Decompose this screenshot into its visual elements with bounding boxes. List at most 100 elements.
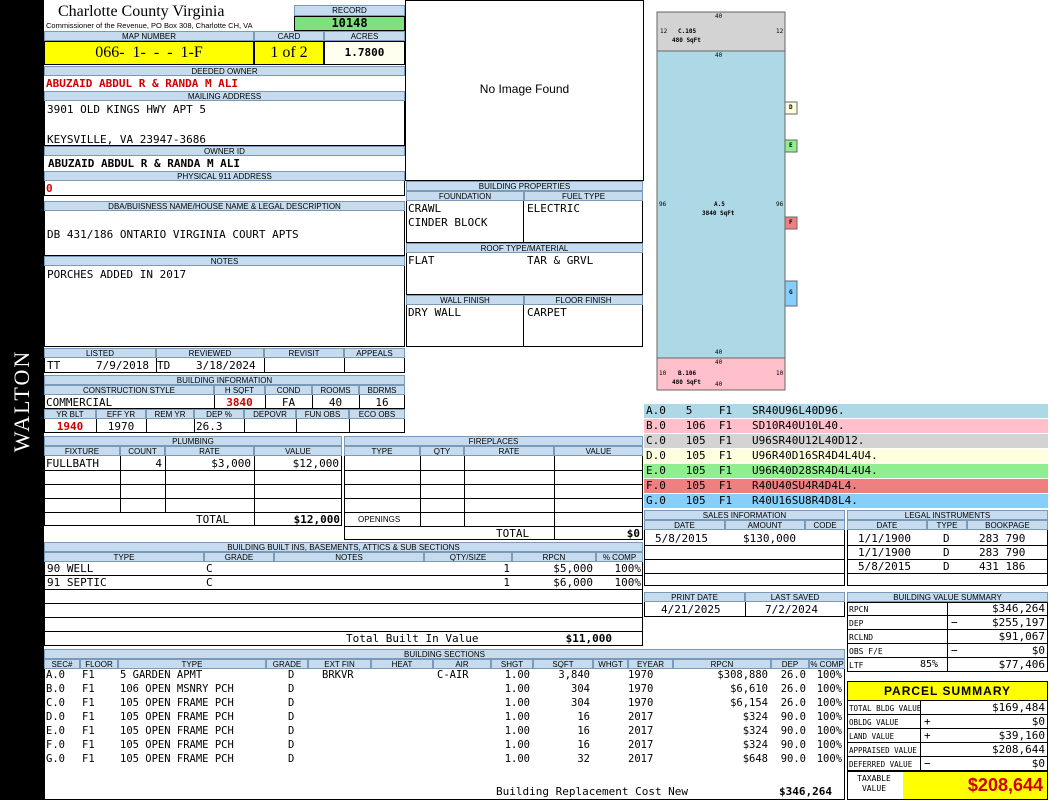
print-date: 4/21/2025 xyxy=(661,603,721,616)
year-built: 1940 xyxy=(56,420,84,433)
divider xyxy=(644,545,845,546)
deeded-owner-header: DEEDED OWNER xyxy=(44,66,405,76)
builtin-row2-type: 91 SEPTIC xyxy=(47,576,107,589)
notes-text: PORCHES ADDED IN 2017 xyxy=(47,268,187,281)
dba-text: DB 431/186 ONTARIO VIRGINIA COURT APTS xyxy=(47,228,299,241)
e-label: E xyxy=(789,142,793,149)
fireplace-qty-header: QTY xyxy=(420,446,464,456)
wall-finish: DRY WALL xyxy=(408,306,461,319)
builtin-row1-rpcn: $5,000 xyxy=(553,562,593,575)
divider xyxy=(344,470,643,471)
sections-col-header: EXT FIN xyxy=(308,659,371,669)
mailing-address-header: MAILING ADDRESS xyxy=(44,91,405,101)
builtin-row2-qty: 1 xyxy=(503,576,510,589)
divider xyxy=(44,470,342,471)
floor-finish: CARPET xyxy=(527,306,567,319)
section-cell-rpcn: $648 xyxy=(742,753,768,765)
vector-string: F.0 105 F1 R40U40SU4R4D4L4. xyxy=(644,479,1048,493)
plumbing-total-label: TOTAL xyxy=(196,513,230,526)
b-label: B.106 xyxy=(678,370,697,377)
section-cell-dep: 26.0 xyxy=(780,683,806,695)
divider xyxy=(920,743,921,757)
section-cell-floor: F1 xyxy=(82,697,95,709)
sketch-area: 40 12 12 C.105 480 SqFt 40 96 96 A.5 384… xyxy=(644,0,1048,403)
owner-id: ABUZAID ABDUL R & RANDA M ALI xyxy=(48,157,241,170)
builtins-total: $11,000 xyxy=(565,632,612,645)
cond-header: COND xyxy=(265,385,312,395)
sales-amount-header: AMOUNT xyxy=(725,520,805,530)
appeals-header: APPEALS xyxy=(344,348,405,358)
sale-amount: $130,000 xyxy=(743,532,796,545)
section-cell-dep: 90.0 xyxy=(780,753,806,765)
owner-id-header: OWNER ID xyxy=(44,146,405,156)
section-cell-sqft: 16 xyxy=(577,739,590,751)
section-cell-eyear: 2017 xyxy=(628,711,654,723)
sections-col-header: WHGT xyxy=(593,659,628,669)
parcel-value: $169,484 xyxy=(992,701,1045,714)
section-cell-grade: D xyxy=(288,739,295,751)
builtin-qty-header: QTY/SIZE xyxy=(424,552,512,562)
parcel-summary-title: PARCEL SUMMARY xyxy=(847,681,1048,701)
section-cell-comp: 100% xyxy=(816,739,842,751)
sections-col-header: EYEAR xyxy=(628,659,673,669)
bvs-label: OBS F/E xyxy=(849,647,883,656)
section-cell-grade: D xyxy=(288,711,295,723)
fireplace-value-header: VALUE xyxy=(554,446,643,456)
section-cell-sec: D.0 xyxy=(46,711,65,723)
physical-address-header: PHYSICAL 911 ADDRESS xyxy=(44,171,405,181)
section-cell-sqft: 32 xyxy=(577,753,590,765)
section-cell-eyear: 1970 xyxy=(628,697,654,709)
legal-type: D xyxy=(943,546,950,559)
legal-type-header: TYPE xyxy=(927,520,967,530)
section-cell-type: 105 OPEN FRAME PCH xyxy=(120,753,234,765)
parcel-label: OBLDG VALUE xyxy=(849,718,899,727)
effyr-header: EFF YR xyxy=(96,409,146,419)
section-cell-dep: 90.0 xyxy=(780,739,806,751)
vector-string: A.0 5 F1 SR40U96L40D96. xyxy=(644,404,1048,418)
section-cell-floor: F1 xyxy=(82,669,95,681)
section-cell-dep: 90.0 xyxy=(780,711,806,723)
divider xyxy=(44,603,643,604)
listed-code: TT xyxy=(47,359,61,372)
builtin-rpcn-header: RPCN xyxy=(512,552,596,562)
section-cell-eyear: 1970 xyxy=(628,669,654,681)
section-cell-comp: 100% xyxy=(816,711,842,723)
divider xyxy=(920,729,921,743)
roof-header: ROOF TYPE/MATERIAL xyxy=(406,243,643,253)
bvs-value: $91,067 xyxy=(998,630,1045,643)
hsqft-header: H SQFT xyxy=(214,385,265,395)
replacement-cost-label: Building Replacement Cost New xyxy=(496,785,689,798)
sections-col-header: SEC# xyxy=(44,659,80,669)
legal-date: 5/8/2015 xyxy=(858,560,911,573)
floor-finish-header: FLOOR FINISH xyxy=(524,295,643,305)
roof-material: TAR & GRVL xyxy=(527,254,594,267)
no-image-text: No Image Found xyxy=(479,82,570,96)
building-properties-header: BUILDING PROPERTIES xyxy=(406,181,643,191)
section-cell-comp: 100% xyxy=(816,683,842,695)
sections-col-header: AIR xyxy=(433,659,491,669)
legal-bookpage: 283 790 xyxy=(979,532,1026,545)
section-cell-dep: 26.0 xyxy=(780,697,806,709)
sections-col-header: TYPE xyxy=(118,659,266,669)
taxable-label-2: VALUE xyxy=(861,784,887,793)
section-cell-grade: D xyxy=(288,683,295,695)
dim-a-right: 96 xyxy=(776,201,784,208)
section-cell-shgt: 1.00 xyxy=(504,697,530,709)
parcel-value: $39,160 xyxy=(998,729,1045,742)
parcel-value: $208,644 xyxy=(992,743,1045,756)
section-cell-shgt: 1.00 xyxy=(504,669,530,681)
dim-b-right: 10 xyxy=(776,370,784,377)
fuel-type: ELECTRIC xyxy=(527,202,580,215)
section-cell-floor: F1 xyxy=(82,711,95,723)
section-cell-air: C-AIR xyxy=(437,669,469,681)
building-info-header: BUILDING INFORMATION xyxy=(44,375,405,385)
reviewed-header: REVIEWED xyxy=(156,348,264,358)
sections-col-header: % COMP xyxy=(809,659,845,669)
bvs-label: RCLND xyxy=(849,633,874,642)
plumbing-header: PLUMBING xyxy=(44,436,342,446)
dim-a-bottom: 40 xyxy=(715,349,723,356)
section-cell-sec: C.0 xyxy=(46,697,65,709)
sections-col-header: HEAT xyxy=(371,659,433,669)
yrblt-header: YR BLT xyxy=(44,409,96,419)
fireplace-total-label: TOTAL xyxy=(496,527,530,540)
